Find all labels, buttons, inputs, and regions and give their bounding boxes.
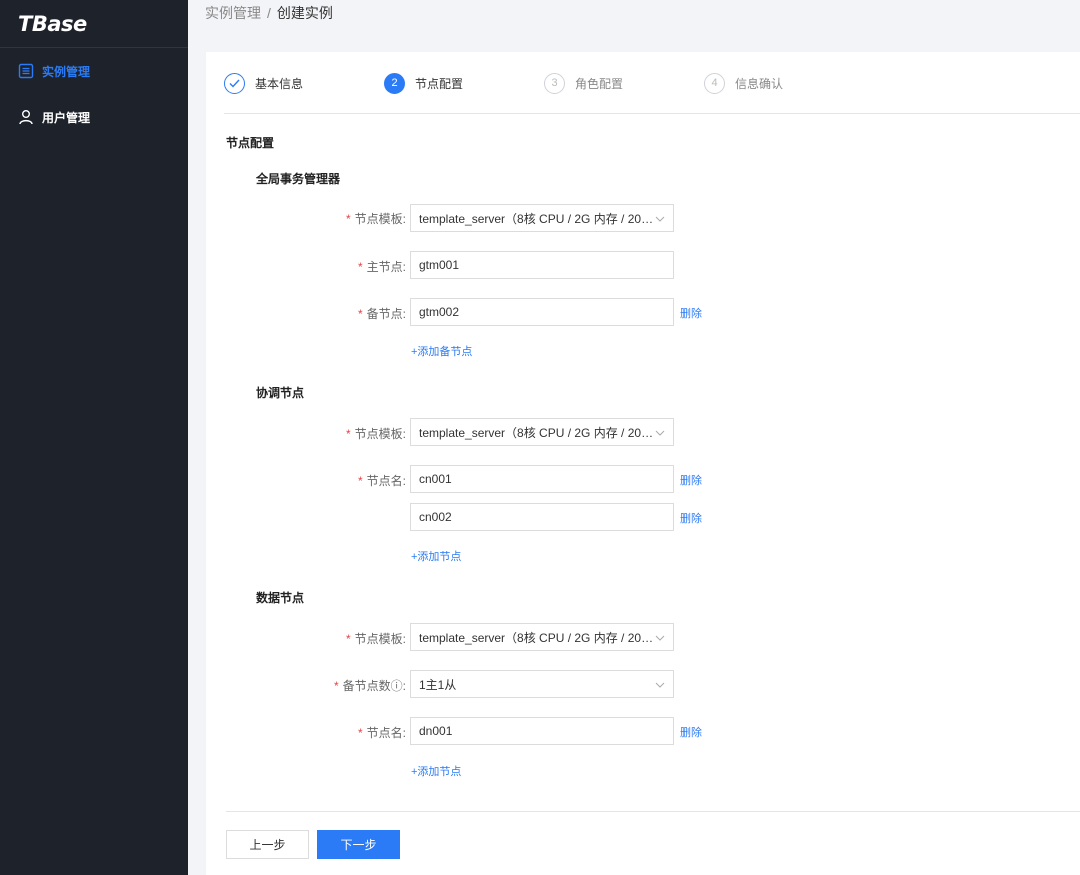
add-cn-node-link[interactable]: +添加节点 — [411, 548, 461, 564]
section-title: 节点配置 — [226, 136, 275, 150]
cn-name-input-1[interactable]: cn001 — [410, 465, 674, 493]
gtm-template-label: * 节点模板: — [345, 212, 406, 226]
dn-standby-count-select[interactable]: 1主1从 — [410, 670, 674, 698]
chevron-down-icon — [655, 213, 665, 223]
select-value: template_server（8核 CPU / 2G 内存 / 200... — [419, 425, 655, 440]
prev-step-button[interactable]: 上一步 — [226, 830, 309, 859]
dn-template-select[interactable]: template_server（8核 CPU / 2G 内存 / 200... — [410, 623, 674, 651]
app-logo[interactable]: TBase — [0, 0, 188, 48]
add-dn-node-link[interactable]: +添加节点 — [411, 763, 461, 779]
chevron-down-icon — [655, 679, 665, 689]
required-mark: * — [345, 632, 351, 646]
step-number: 2 — [384, 72, 405, 94]
sidebar-item-label: 用户管理 — [42, 110, 91, 125]
step-basic-info: 基本信息 — [224, 70, 303, 96]
input-value: gtm002 — [419, 305, 460, 319]
list-icon — [18, 63, 34, 79]
sidebar-item-label: 实例管理 — [42, 64, 91, 79]
gtm-standby-input[interactable]: gtm002 — [410, 298, 674, 326]
step-label: 基本信息 — [255, 76, 304, 91]
required-mark: * — [357, 474, 363, 488]
chevron-down-icon — [655, 632, 665, 642]
required-mark: * — [333, 679, 339, 693]
logo-text: TBase — [18, 11, 87, 36]
next-step-button[interactable]: 下一步 — [317, 830, 400, 859]
step-label: 信息确认 — [735, 76, 784, 91]
input-value: gtm001 — [419, 258, 460, 272]
gtm-master-label: * 主节点: — [357, 260, 406, 274]
chevron-down-icon — [655, 427, 665, 437]
dn-template-label: * 节点模板: — [345, 632, 406, 646]
gtm-standby-label: * 备节点: — [357, 307, 406, 321]
breadcrumb-current: 创建实例 — [276, 5, 333, 21]
step-number: 3 — [544, 72, 565, 94]
gtm-group-title: 全局事务管理器 — [256, 172, 341, 186]
required-mark: * — [357, 260, 363, 274]
divider — [224, 113, 1080, 114]
top-bar: 实例管理 / 创建实例 — [188, 0, 1080, 34]
required-mark: * — [345, 212, 351, 226]
breadcrumb-parent[interactable]: 实例管理 — [205, 5, 261, 21]
divider — [226, 811, 1080, 812]
dn-delete-link[interactable]: 删除 — [680, 724, 702, 740]
cn-1-delete-link[interactable]: 删除 — [680, 472, 702, 488]
step-label: 节点配置 — [415, 76, 464, 91]
required-mark: * — [357, 307, 363, 321]
input-value: cn002 — [419, 510, 452, 524]
add-standby-node-link[interactable]: +添加备节点 — [411, 343, 472, 359]
dn-name-label: * 节点名: — [357, 726, 406, 740]
cn-template-label: * 节点模板: — [345, 427, 406, 441]
gtm-master-input[interactable]: gtm001 — [410, 251, 674, 279]
sidebar-item-user-management[interactable]: 用户管理 — [0, 94, 188, 140]
create-instance-card: 基本信息 2 节点配置 3 角色配置 4 信息确认 节点配置 全局事务管理器 *… — [206, 52, 1080, 875]
step-role-config: 3 角色配置 — [544, 70, 623, 96]
cn-template-select[interactable]: template_server（8核 CPU / 2G 内存 / 200... — [410, 418, 674, 446]
breadcrumb-separator: / — [267, 5, 271, 21]
step-label: 角色配置 — [575, 76, 624, 91]
dn-name-input[interactable]: dn001 — [410, 717, 674, 745]
input-value: cn001 — [419, 472, 452, 486]
required-mark: * — [345, 427, 351, 441]
step-info-confirm: 4 信息确认 — [704, 70, 783, 96]
dn-standby-count-label: * 备节点数ⓘ: — [333, 679, 406, 693]
sidebar: TBase 实例管理 用户管理 — [0, 0, 188, 875]
step-node-config: 2 节点配置 — [384, 70, 463, 96]
select-value: template_server（8核 CPU / 2G 内存 / 200... — [419, 630, 655, 645]
select-value: 1主1从 — [419, 677, 457, 692]
gtm-standby-delete-link[interactable]: 删除 — [680, 305, 702, 321]
check-icon — [224, 72, 245, 94]
cn-group-title: 协调节点 — [256, 386, 305, 400]
user-icon — [18, 109, 34, 125]
sidebar-item-instance-management[interactable]: 实例管理 — [0, 48, 188, 94]
gtm-template-select[interactable]: template_server（8核 CPU / 2G 内存 / 200... — [410, 204, 674, 232]
input-value: dn001 — [419, 724, 453, 738]
cn-name-input-2[interactable]: cn002 — [410, 503, 674, 531]
required-mark: * — [357, 726, 363, 740]
dn-group-title: 数据节点 — [256, 591, 305, 605]
select-value: template_server（8核 CPU / 2G 内存 / 200... — [419, 211, 655, 226]
cn-name-label: * 节点名: — [357, 474, 406, 488]
cn-2-delete-link[interactable]: 删除 — [680, 510, 702, 526]
breadcrumb: 实例管理 / 创建实例 — [205, 3, 333, 23]
step-number: 4 — [704, 72, 725, 94]
